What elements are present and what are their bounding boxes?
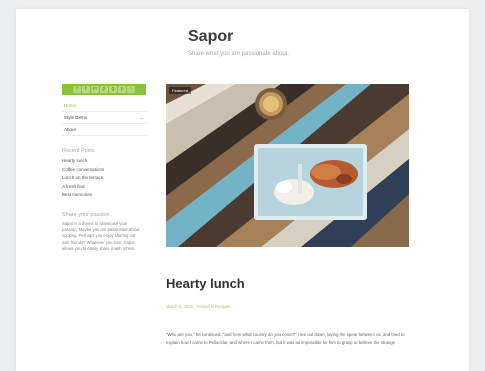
social-links-bar: f t in p g y i xyxy=(62,84,146,95)
nav-item-label: About xyxy=(64,127,76,132)
post-title[interactable]: Hearty lunch xyxy=(166,276,245,291)
recent-post-link[interactable]: Coffee conversations xyxy=(62,166,147,175)
instagram-icon[interactable]: i xyxy=(127,86,135,93)
site-title[interactable]: Sapor xyxy=(188,28,233,46)
passion-widget-heading: Share your passion xyxy=(62,211,110,218)
pinterest-icon[interactable]: p xyxy=(100,86,108,93)
featured-badge: Featured xyxy=(169,87,192,94)
chevron-down-icon[interactable]: ⌄ xyxy=(140,112,144,124)
recent-post-link[interactable]: Best memories xyxy=(62,191,147,200)
post-excerpt: "Who are you," he continued, "and from w… xyxy=(166,332,405,345)
recent-posts-list: Hearty lunch Coffee conversations Lunch … xyxy=(62,157,147,200)
facebook-icon[interactable]: f xyxy=(73,86,81,93)
recent-post-link[interactable]: A fresh find xyxy=(62,183,147,192)
nav-item-style-demo[interactable]: Style Demo ⌄ xyxy=(62,112,147,124)
recent-post-link[interactable]: Hearty lunch xyxy=(62,157,147,166)
site-description: Share what you are passionate about. xyxy=(188,51,290,57)
recent-post-link[interactable]: Lunch on the terrace xyxy=(62,174,147,183)
nav-item-about[interactable]: About xyxy=(62,124,147,136)
main-navigation: Home Style Demo ⌄ About xyxy=(62,100,147,136)
passion-widget-text: Sapor is a theme to showcase your passio… xyxy=(62,220,140,252)
sidebar: f t in p g y i Home Style Demo ⌄ About R… xyxy=(62,84,147,253)
nav-item-label: Home xyxy=(64,103,77,108)
linkedin-icon[interactable]: in xyxy=(91,86,99,93)
food-photo xyxy=(166,84,409,247)
post-meta[interactable]: March 3, 2015 · Posted in Recipes xyxy=(166,304,230,309)
recent-posts-heading: Recent Posts xyxy=(62,148,95,154)
nav-item-home[interactable]: Home xyxy=(62,100,147,112)
twitter-icon[interactable]: t xyxy=(82,86,90,93)
featured-image[interactable]: Featured xyxy=(166,84,409,247)
nav-item-label: Style Demo xyxy=(64,115,88,120)
google-plus-icon[interactable]: g xyxy=(109,86,117,93)
youtube-icon[interactable]: y xyxy=(118,86,126,93)
